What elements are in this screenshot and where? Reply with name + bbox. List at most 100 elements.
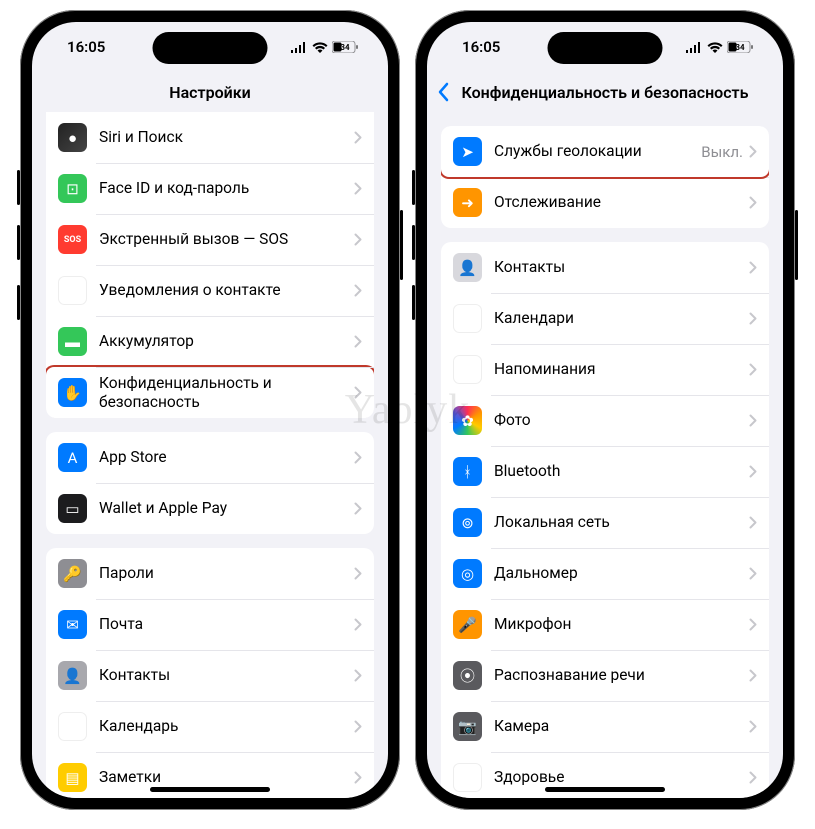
chevron-right-icon [749, 363, 757, 376]
chevron-right-icon [749, 261, 757, 274]
reminders-icon: ⋮ [453, 355, 482, 384]
chevron-right-icon [354, 567, 362, 580]
battery-icon: ▬ [58, 327, 87, 356]
tracking-icon: ➜ [453, 188, 482, 217]
settings-group: ➤Службы геолокацииВыкл. ➜ Отслеживание [441, 126, 769, 228]
chevron-right-icon [354, 502, 362, 515]
status-indicators: 34 [686, 41, 753, 53]
chevron-right-icon [749, 414, 757, 427]
status-indicators: 34 [291, 41, 358, 53]
faceid-icon: ⊡ [58, 174, 87, 203]
phone-right: 16:05 34 Конфиденциальность и безопаснос… [415, 10, 795, 810]
row-calendar[interactable]: ▦Календарь [46, 701, 374, 752]
row-label: Face ID и код-пароль [99, 179, 354, 198]
row-contacts2[interactable]: 👤Контакты [441, 242, 769, 293]
home-indicator[interactable] [545, 787, 665, 792]
row-label: Отслеживание [494, 193, 749, 212]
row-sos[interactable]: SOSЭкстренный вызов — SOS [46, 214, 374, 265]
row-mail[interactable]: ✉Почта [46, 599, 374, 650]
phone-left: 16:05 34 Настройки ●Siri и Поиск⊡Face ID… [20, 10, 400, 810]
wifi-icon [707, 42, 723, 53]
settings-group: ●Siri и Поиск ⊡ Face ID и код-пароль SOSЭкс… [46, 112, 374, 418]
chevron-right-icon [749, 669, 757, 682]
mic-icon: 🎤 [453, 610, 482, 639]
appstore-icon: A [58, 443, 87, 472]
nearby-icon: ◎ [453, 559, 482, 588]
chevron-right-icon [749, 516, 757, 529]
location-icon: ➤ [453, 137, 482, 166]
row-nearby[interactable]: ◎ Дальномер [441, 548, 769, 599]
content-left[interactable]: ●Siri и Поиск ⊡ Face ID и код-пароль SOSЭкс… [32, 112, 388, 798]
row-contacts[interactable]: 👤 Контакты [46, 650, 374, 701]
row-label: Напоминания [494, 360, 749, 379]
row-mic[interactable]: 🎤Микрофон [441, 599, 769, 650]
row-label: Локальная сеть [494, 513, 749, 532]
chevron-right-icon [749, 771, 757, 784]
row-label: Контакты [99, 666, 354, 685]
row-exposure[interactable]: ☀Уведомления о контакте [46, 265, 374, 316]
dynamic-island [153, 32, 268, 64]
row-label: Фото [494, 411, 749, 430]
row-passwords[interactable]: 🔑Пароли [46, 548, 374, 599]
chevron-right-icon [354, 233, 362, 246]
row-label: Экстренный вызов — SOS [99, 230, 354, 249]
row-label: Распознавание речи [494, 666, 749, 685]
row-appstore[interactable]: A App Store [46, 432, 374, 483]
camera-icon: 📷 [453, 712, 482, 741]
nav-bar: Конфиденциальность и безопасность [427, 72, 783, 112]
back-button[interactable] [437, 82, 449, 102]
row-location[interactable]: ➤Службы геолокацииВыкл. [441, 126, 769, 177]
row-label: Дальномер [494, 564, 749, 583]
key-icon: 🔑 [58, 559, 87, 588]
contacts-icon: 👤 [58, 661, 87, 690]
row-tracking[interactable]: ➜ Отслеживание [441, 177, 769, 228]
chevron-right-icon [354, 451, 362, 464]
row-speech[interactable]: ⦿Распознавание речи [441, 650, 769, 701]
row-label: Почта [99, 615, 354, 634]
row-faceid[interactable]: ⊡ Face ID и код-пароль [46, 163, 374, 214]
row-battery[interactable]: ▬Аккумулятор [46, 316, 374, 367]
battery-icon: 34 [727, 41, 753, 53]
chevron-right-icon [749, 145, 757, 158]
calendar-icon: ▦ [453, 304, 482, 333]
wallet-icon: ▭ [58, 494, 87, 523]
row-privacy[interactable]: ✋Конфиденциальность и безопасность [46, 367, 374, 418]
chevron-right-icon [354, 284, 362, 297]
chevron-right-icon [749, 312, 757, 325]
svg-text:34: 34 [735, 43, 745, 52]
battery-icon: 34 [332, 41, 358, 53]
home-indicator[interactable] [150, 787, 270, 792]
row-camera[interactable]: 📷 Камера [441, 701, 769, 752]
chevron-right-icon [354, 669, 362, 682]
page-title: Настройки [169, 83, 251, 102]
settings-group: A App Store ▭ Wallet и Apple Pay [46, 432, 374, 534]
photos-icon: ✿ [453, 406, 482, 435]
bluetooth-icon: ᚼ [453, 457, 482, 486]
row-label: Уведомления о контакте [99, 281, 354, 300]
status-time: 16:05 [462, 38, 500, 56]
chevron-left-icon [437, 82, 449, 102]
notes-icon: ▤ [58, 763, 87, 792]
row-photos[interactable]: ✿ Фото [441, 395, 769, 446]
row-label: Wallet и Apple Pay [99, 499, 354, 518]
screen-right: 16:05 34 Конфиденциальность и безопаснос… [427, 22, 783, 798]
chevron-right-icon [354, 720, 362, 733]
row-wallet[interactable]: ▭ Wallet и Apple Pay [46, 483, 374, 534]
row-label: App Store [99, 448, 354, 467]
chevron-right-icon [354, 182, 362, 195]
cellular-icon [291, 42, 308, 53]
row-reminders2[interactable]: ⋮ Напоминания [441, 344, 769, 395]
cellular-icon [686, 42, 703, 53]
siri-icon: ● [58, 123, 87, 152]
row-label: Календари [494, 309, 749, 328]
row-localnet[interactable]: ⊚Локальная сеть [441, 497, 769, 548]
content-right[interactable]: ➤Службы геолокацииВыкл. ➜ Отслеживание 👤Кон… [427, 112, 783, 798]
screen-left: 16:05 34 Настройки ●Siri и Поиск⊡Face ID… [32, 22, 388, 798]
chevron-right-icon [749, 618, 757, 631]
row-siri[interactable]: ●Siri и Поиск [46, 112, 374, 163]
row-calendars[interactable]: ▦ Календари [441, 293, 769, 344]
row-label: Камера [494, 717, 749, 736]
row-label: Календарь [99, 717, 354, 736]
contacts-icon: 👤 [453, 253, 482, 282]
row-bluetooth[interactable]: ᚼBluetooth [441, 446, 769, 497]
